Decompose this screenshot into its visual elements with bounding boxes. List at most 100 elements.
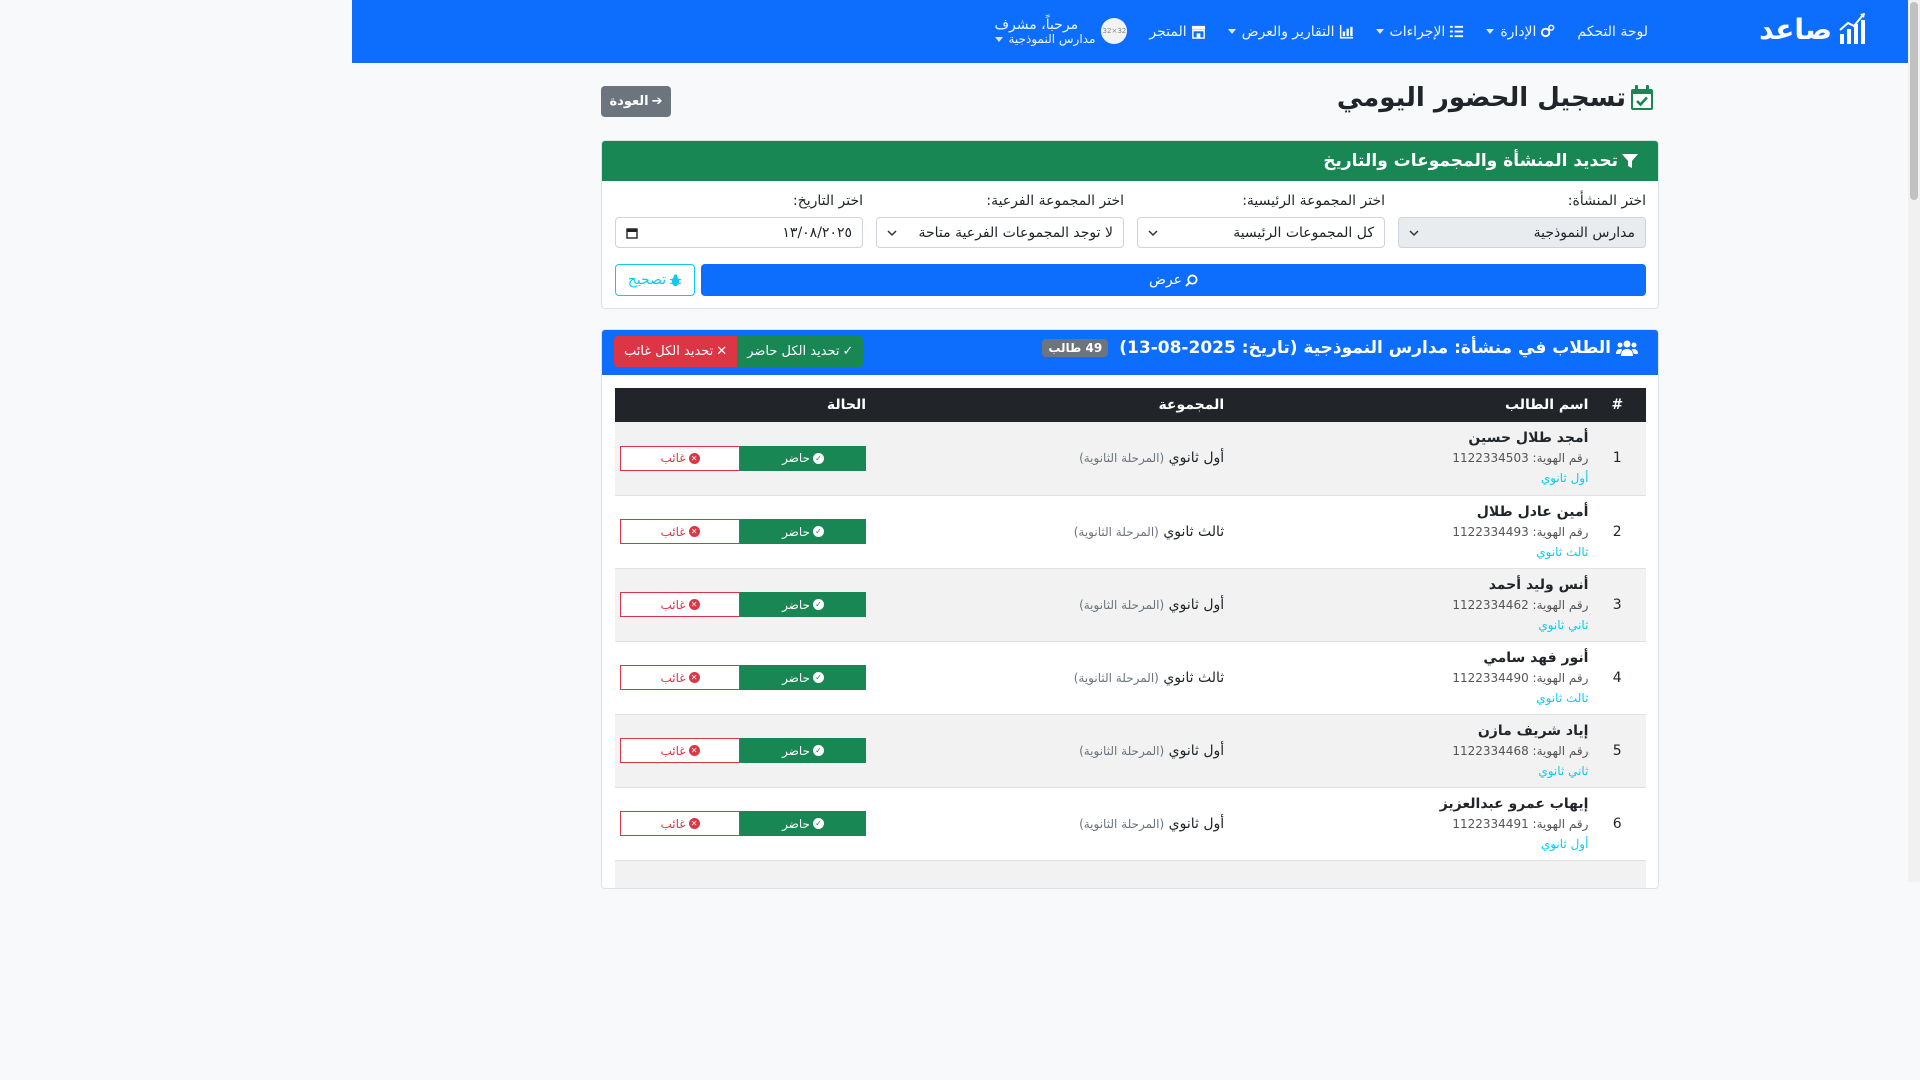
attendance-toggle: ✓ حاضر ✕ غائب <box>620 738 866 763</box>
group-cell: أول ثانوي (المرحلة الثانوية) <box>874 422 1232 495</box>
student-name: بلال عماد يوسف <box>1240 887 1588 889</box>
present-button[interactable]: ✓ حاضر <box>740 519 866 544</box>
date-input[interactable]: ١٣/٠٨/٢٠٢٥ <box>615 217 863 248</box>
absent-button[interactable]: ✕ غائب <box>620 445 740 471</box>
table-row: 3 أنس وليد أحمد رقم الهوية: 1122334462 ثاني… <box>615 568 1646 641</box>
table-header-row: # اسم الطالب المجموعة الحالة <box>615 388 1646 422</box>
chevron-down-icon <box>1227 29 1236 34</box>
filter-card: تحديد المنشأة والمجموعات والتاريخ اختر ا… <box>601 140 1659 309</box>
status-cell: ✓ حاضر ✕ غائب <box>615 422 874 495</box>
present-button[interactable]: ✓ حاضر <box>740 445 866 471</box>
main-group-select[interactable]: كل المجموعات الرئيسية <box>1137 217 1385 248</box>
brand[interactable]: صاعد <box>1759 12 1866 46</box>
group-cell: أول ثانوي (المرحلة الثانوية) <box>874 787 1232 860</box>
students-count-badge: 49 طالب <box>1042 339 1109 357</box>
facility-select[interactable]: مدارس النموذجية <box>1398 217 1646 248</box>
main-group-field: اختر المجموعة الرئيسية: كل المجموعات الر… <box>1137 193 1385 248</box>
student-cell: إياد شريف مازن رقم الهوية: 1122334468 ثاني… <box>1232 714 1588 787</box>
group-name: ثالث ثانوي <box>1163 523 1225 540</box>
student-id: رقم الهوية: 1122334468 <box>1452 743 1589 758</box>
chevron-down-icon <box>887 229 897 236</box>
mark-all-present-button[interactable]: ✓ تحديد الكل حاضر <box>737 336 864 367</box>
students-header-title: الطلاب في منشأة: مدارس النموذجية (تاريخ:… <box>1119 338 1611 358</box>
x-circle-icon: ✕ <box>688 745 700 756</box>
debug-button[interactable]: تصحيح <box>615 264 695 296</box>
student-cell: بلال عماد يوسف <box>1232 860 1588 889</box>
nav-store[interactable]: المتجر <box>1149 24 1205 40</box>
group-cell: أول ثانوي (المرحلة الثانوية) <box>874 714 1232 787</box>
back-button[interactable]: ➔ العودة <box>601 86 671 117</box>
absent-button[interactable]: ✕ غائب <box>620 811 740 836</box>
status-cell: ✓ حاضر ✕ غائب <box>615 641 874 714</box>
x-icon: ✕ <box>716 344 728 359</box>
group-stage: (المرحلة الثانوية) <box>1079 816 1165 831</box>
group-name: أول ثانوي <box>1168 450 1225 467</box>
filter-icon <box>1622 154 1638 168</box>
absent-button[interactable]: ✕ غائب <box>620 592 740 617</box>
group-cell: ثالث ثانوي (المرحلة الثانوية) <box>874 641 1232 714</box>
present-button[interactable]: ✓ حاضر <box>740 665 866 690</box>
store-icon <box>1191 25 1205 39</box>
attendance-toggle: ✓ حاضر ✕ غائب <box>620 592 866 617</box>
check-circle-icon: ✓ <box>812 599 824 610</box>
table-row: 2 أمين عادل طلال رقم الهوية: 1122334493 ثال… <box>615 495 1646 568</box>
absent-button[interactable]: ✕ غائب <box>620 665 740 690</box>
student-grade: أول ثانوي <box>1540 471 1589 486</box>
student-cell: أمجد طلال حسين رقم الهوية: 1122334503 أول … <box>1232 422 1588 495</box>
student-id: رقم الهوية: 1122334491 <box>1452 816 1589 831</box>
nav-actions-dropdown[interactable]: الإجراءات <box>1375 24 1465 40</box>
absent-button[interactable]: ✕ غائب <box>620 519 740 544</box>
x-circle-icon: ✕ <box>688 599 700 610</box>
user-menu-dropdown[interactable]: 32×32 مرحباً، مشرف مدارس النموذجية <box>994 17 1128 47</box>
student-id: رقم الهوية: 1122334490 <box>1452 670 1589 685</box>
student-cell: إيهاب عمرو عبدالعزيز رقم الهوية: 11223344… <box>1232 787 1589 860</box>
student-grade: أول ثانوي <box>1540 836 1589 851</box>
mark-all-absent-button[interactable]: ✕ تحديد الكل غائب <box>614 336 738 367</box>
student-name: أمين عادل طلال <box>1476 503 1589 520</box>
student-name: إيهاب عمرو عبدالعزيز <box>1439 795 1589 812</box>
filter-card-header: تحديد المنشأة والمجموعات والتاريخ <box>602 141 1658 181</box>
scrollbar-thumb[interactable] <box>1910 2 1918 200</box>
user-school: مدارس النموذجية <box>1008 31 1096 46</box>
sub-group-select[interactable]: لا توجد المجموعات الفرعية متاحة <box>876 217 1124 248</box>
students-card-header: الطلاب في منشأة: مدارس النموذجية (تاريخ:… <box>602 330 1658 375</box>
group-stage: (المرحلة الثانوية) <box>1079 597 1165 612</box>
page-scrollbar[interactable] <box>1908 0 1920 882</box>
chevron-down-icon <box>1148 229 1158 236</box>
nav-admin-dropdown[interactable]: الإدارة <box>1486 24 1555 40</box>
present-button[interactable]: ✓ حاضر <box>740 811 866 836</box>
student-id: رقم الهوية: 1122334462 <box>1452 597 1589 612</box>
calendar-check-icon <box>1631 85 1653 110</box>
status-cell: ✓ حاضر ✕ غائب <box>615 714 874 787</box>
nav-dashboard[interactable]: لوحة التحكم <box>1577 24 1648 40</box>
bug-icon <box>670 273 682 286</box>
present-button[interactable]: ✓ حاضر <box>740 592 866 617</box>
student-name: أمجد طلال حسين <box>1468 430 1589 447</box>
chevron-down-icon <box>1375 29 1384 34</box>
group-stage: (المرحلة الثانوية) <box>1073 670 1159 685</box>
col-group: المجموعة <box>1158 397 1225 413</box>
group-name: أول ثانوي <box>1168 815 1225 832</box>
x-circle-icon: ✕ <box>688 672 700 683</box>
student-cell: أنور فهد سامي رقم الهوية: 1122334490 ثالث … <box>1232 641 1588 714</box>
table-row: 1 أمجد طلال حسين رقم الهوية: 1122334503 أول… <box>615 422 1646 495</box>
check-circle-icon: ✓ <box>812 745 824 756</box>
group-name: أول ثانوي <box>1168 596 1225 613</box>
row-number: 2 <box>1612 523 1622 540</box>
status-cell <box>615 860 874 888</box>
absent-button[interactable]: ✕ غائب <box>620 738 740 763</box>
brand-chart-icon <box>1839 13 1865 44</box>
page-title: تسجيل الحضور اليومي <box>1337 83 1654 113</box>
present-button[interactable]: ✓ حاضر <box>740 738 866 763</box>
calendar-icon <box>626 227 638 239</box>
group-cell <box>874 860 1232 888</box>
student-cell: أنس وليد أحمد رقم الهوية: 1122334462 ثاني … <box>1232 568 1588 641</box>
chevron-down-icon <box>994 37 1003 43</box>
table-row: 5 إياد شريف مازن رقم الهوية: 1122334468 ثان… <box>615 714 1646 787</box>
student-cell: أمين عادل طلال رقم الهوية: 1122334493 ثالث… <box>1232 495 1588 568</box>
nav-reports-dropdown[interactable]: التقارير والعرض <box>1227 24 1354 40</box>
student-id: رقم الهوية: 1122334503 <box>1452 451 1589 466</box>
users-icon <box>1616 340 1638 356</box>
group-name: ثالث ثانوي <box>1163 669 1225 686</box>
show-button[interactable]: عرض <box>701 264 1646 296</box>
